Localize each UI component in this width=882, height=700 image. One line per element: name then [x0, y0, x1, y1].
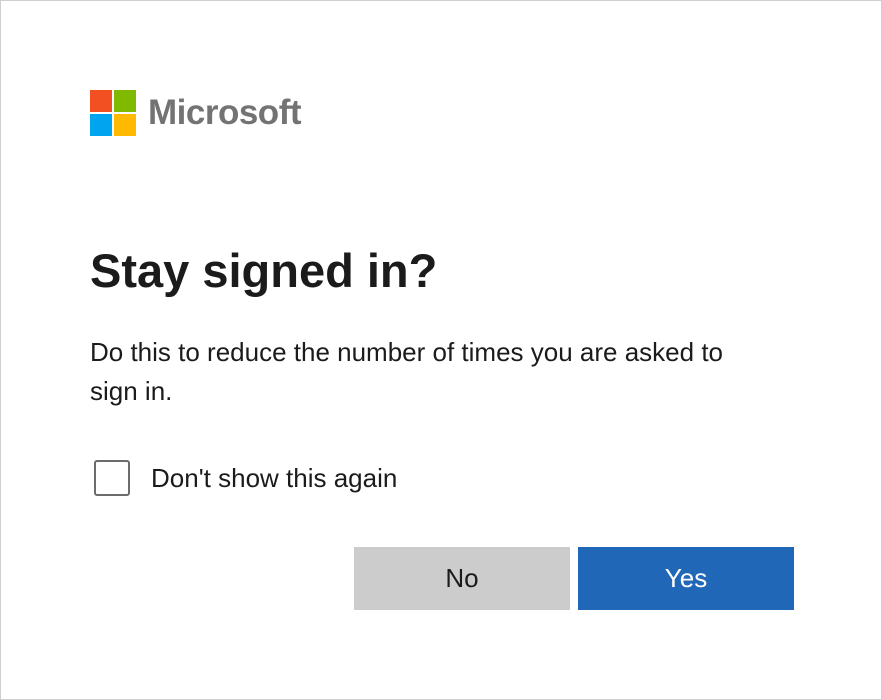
logo-square-green: [114, 90, 136, 112]
dont-show-again-checkbox[interactable]: [94, 460, 130, 496]
logo-square-blue: [90, 114, 112, 136]
dont-show-again-option[interactable]: Don't show this again: [94, 458, 397, 498]
logo-text: Microsoft: [148, 93, 302, 132]
sign-in-dialog: Microsoft Stay signed in? Do this to red…: [0, 0, 882, 700]
no-button[interactable]: No: [354, 547, 570, 610]
logo-square-yellow: [114, 114, 136, 136]
dont-show-again-label[interactable]: Don't show this again: [151, 458, 397, 498]
description-text: Do this to reduce the number of times yo…: [90, 337, 724, 406]
microsoft-logo: Microsoft: [90, 90, 302, 136]
page-title: Stay signed in?: [90, 244, 438, 297]
microsoft-logo-icon: [90, 90, 136, 136]
yes-button[interactable]: Yes: [578, 547, 794, 610]
logo-square-red: [90, 90, 112, 112]
